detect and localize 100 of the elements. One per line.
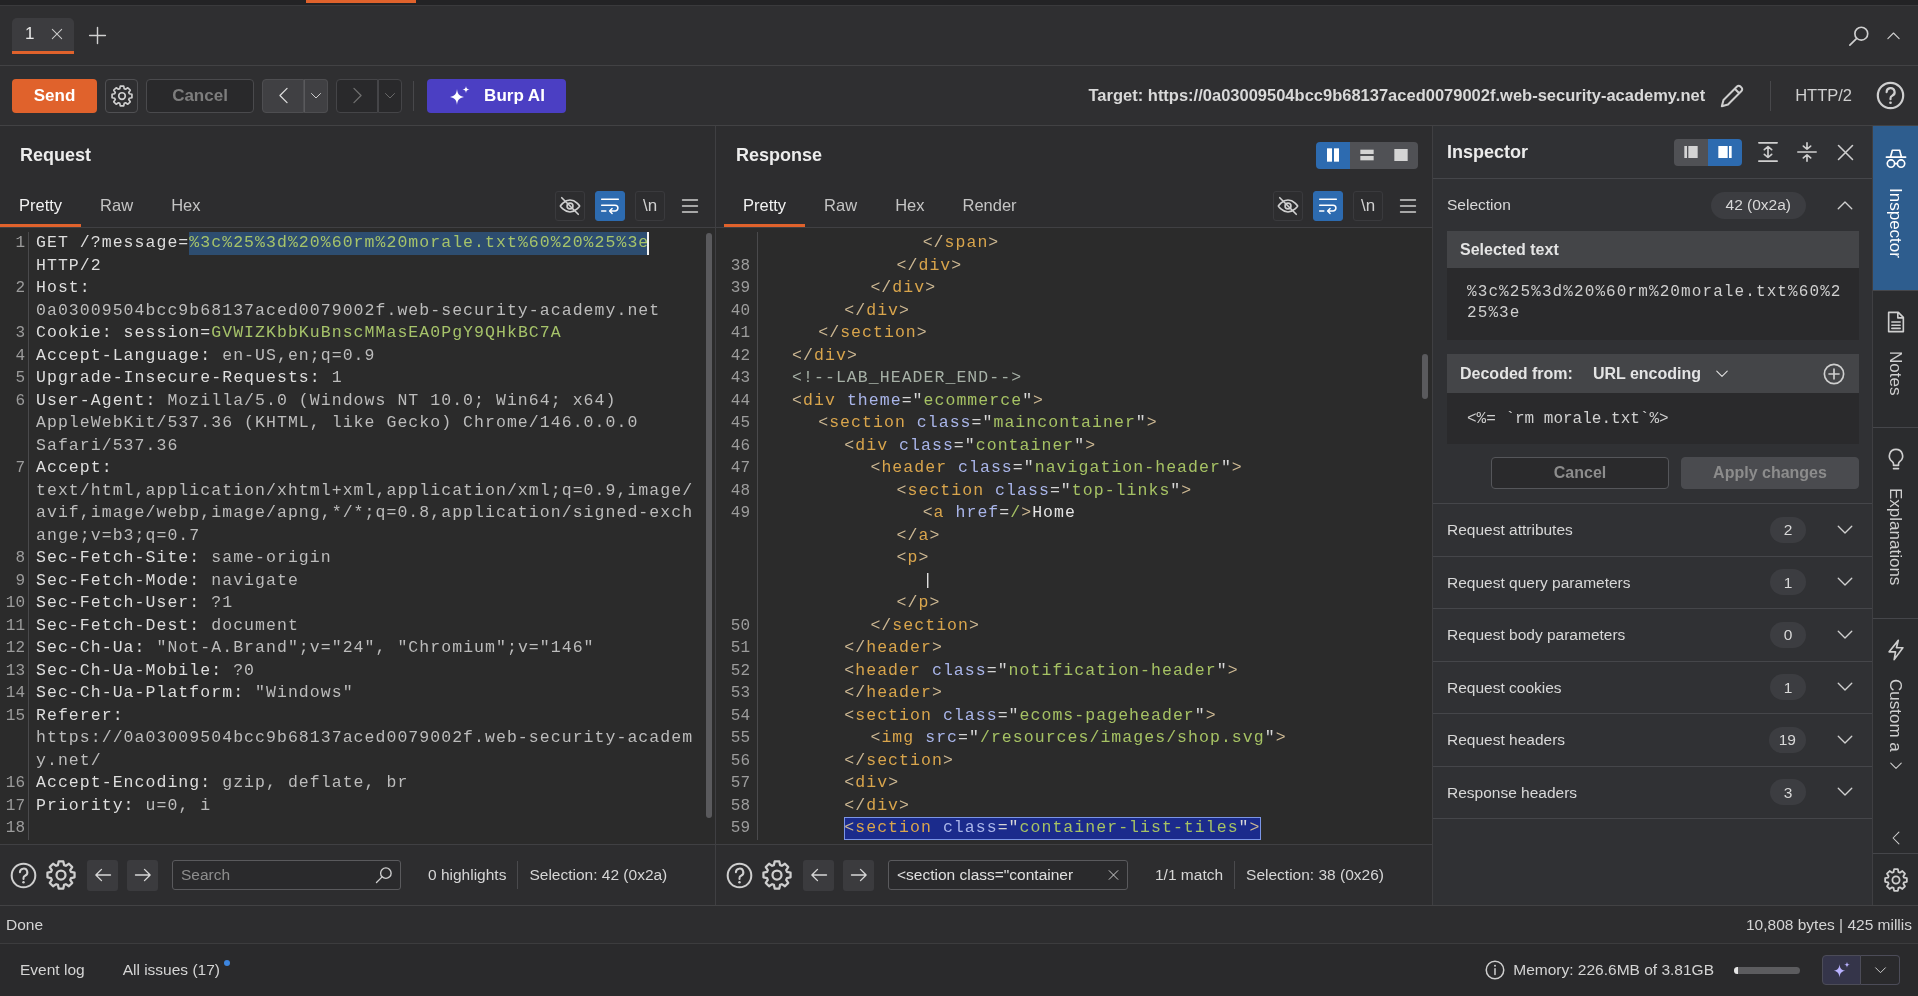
settings-button[interactable] [105, 78, 138, 113]
code-line: Sec-Fetch-Site: same-origin [36, 547, 332, 569]
settings-icon[interactable] [46, 860, 76, 890]
bottom-tab[interactable]: All issues (17) [122, 958, 220, 982]
section-label[interactable]: Request query parameters [1447, 570, 1631, 594]
burp-ai-button[interactable]: Burp AI [427, 78, 566, 113]
expand-all-icon[interactable] [1757, 141, 1779, 163]
editor-tab[interactable]: Hex [876, 184, 944, 227]
code-line: <div theme="ecommerce"> [792, 389, 1045, 412]
forward-button[interactable] [843, 859, 874, 891]
line-number: 38 [716, 254, 758, 277]
line-number: 43 [716, 367, 758, 390]
collapse-all-icon[interactable] [1796, 141, 1818, 163]
bottom-tab[interactable]: Event log [20, 958, 85, 982]
search-icon[interactable] [375, 866, 393, 884]
panel-title: Request [20, 143, 91, 167]
section-label[interactable]: Selection [1447, 193, 1511, 217]
wrap-toggle[interactable] [1313, 190, 1343, 221]
line-number: 10 [0, 592, 29, 615]
code-line: </header> [844, 637, 943, 659]
layout-toggle[interactable] [1674, 138, 1708, 166]
line-number: 47 [716, 457, 758, 480]
plus-circle-icon[interactable] [1823, 362, 1845, 385]
section-label[interactable]: Request cookies [1447, 675, 1562, 699]
encoding-dropdown[interactable]: URL encoding [1592, 361, 1730, 386]
back-button[interactable] [803, 859, 834, 891]
search-field[interactable]: <section class="container [888, 860, 1128, 890]
menu-icon [681, 196, 699, 215]
forward-button[interactable] [127, 859, 158, 891]
editor-tab[interactable]: Hex [152, 184, 220, 227]
match-count: 1/1 match [1155, 865, 1224, 886]
help-icon[interactable] [726, 861, 753, 889]
line-number: 17 [0, 794, 29, 817]
code-line: Sec-Fetch-Dest: document [36, 614, 299, 637]
two-columns-icon [1325, 147, 1341, 163]
selected-text: %3c%25%3d%20%60rm%20morale.txt%60%20%25%3e [189, 232, 650, 255]
section-label[interactable]: Request headers [1447, 728, 1566, 752]
side-tab[interactable]: Explanations [1873, 428, 1918, 619]
section-label[interactable]: Request body parameters [1447, 623, 1626, 647]
section-label[interactable]: Request attributes [1447, 518, 1573, 542]
line-number: 3 [0, 322, 29, 345]
count-badge: 3 [1770, 779, 1806, 806]
line-number: 11 [0, 614, 29, 637]
layout-toggle[interactable] [1384, 141, 1418, 169]
line-number: 2 [0, 277, 29, 300]
code-line: Sec-Ch-Ua-Mobile: ?0 [36, 659, 256, 682]
target-url: Target: https://0a03009504bcc9b68137aced0079002f.web-security-academy.net [1088, 85, 1706, 107]
newline-toggle[interactable]: \n [1353, 190, 1383, 221]
clear-icon[interactable] [1107, 868, 1120, 882]
line-number: 51 [716, 637, 758, 660]
help-icon[interactable] [1876, 81, 1905, 110]
layout-toggle[interactable] [1316, 141, 1350, 169]
editor-tab[interactable]: Raw [81, 184, 153, 227]
line-number: 15 [0, 704, 29, 727]
help-icon[interactable] [10, 861, 37, 889]
hide-toggle[interactable] [1273, 190, 1303, 221]
search-field[interactable]: Search [172, 860, 401, 890]
settings-icon[interactable] [1883, 867, 1908, 892]
layout-toggle[interactable] [1350, 141, 1384, 169]
decoded-text-field[interactable]: <%= `rm morale.txt`%> [1447, 393, 1859, 444]
code-line: </section> [844, 749, 954, 772]
code-line: text/html,application/xhtml+xml,application/xml;q=0.9,image/ [36, 479, 694, 502]
panel-title: Response [736, 143, 823, 167]
wrap-toggle[interactable] [595, 190, 625, 221]
side-tab[interactable]: Inspector [1873, 126, 1918, 291]
side-tab[interactable]: Custom a [1873, 618, 1918, 756]
info-icon[interactable] [1485, 960, 1506, 980]
side-tab[interactable]: Notes [1873, 290, 1918, 429]
hide-toggle[interactable] [555, 190, 585, 221]
code-line: </div> [844, 794, 911, 817]
code-line: Sec-Fetch-Mode: navigate [36, 569, 299, 592]
code-line: Upgrade-Insecure-Requests: 1 [36, 367, 343, 389]
two-rows-icon [1359, 147, 1375, 163]
protocol-label[interactable]: HTTP/2 [1795, 83, 1852, 108]
layout-toggle[interactable] [1708, 138, 1742, 166]
line-number: 8 [0, 547, 29, 570]
editor-tab[interactable]: Raw [805, 184, 877, 227]
request-tab[interactable]: 1 [12, 17, 75, 54]
line-number: 1 [0, 232, 29, 255]
search-icon[interactable] [1848, 24, 1870, 47]
code-line: <a href=/>Home [922, 502, 1076, 524]
code-line: <section class="top-links"> [896, 479, 1193, 502]
plus-icon[interactable] [88, 26, 108, 45]
send-button[interactable]: Send [12, 78, 97, 113]
line-number: 58 [716, 794, 758, 817]
editor-tab[interactable]: Render [943, 184, 1036, 227]
scrollbar-thumb[interactable] [706, 233, 712, 818]
back-button[interactable] [262, 78, 304, 113]
ai-button[interactable] [1822, 955, 1861, 985]
close-icon[interactable] [50, 27, 65, 41]
right-panel-icon [1717, 144, 1733, 160]
scrollbar-thumb[interactable] [1422, 354, 1428, 399]
newline-toggle[interactable]: \n [635, 190, 665, 221]
count-badge: 42 (0x2a) [1710, 191, 1806, 219]
settings-icon[interactable] [762, 860, 792, 890]
section-label[interactable]: Response headers [1447, 780, 1578, 804]
code-line: </section> [870, 614, 980, 637]
gear-icon [110, 84, 133, 107]
back-button[interactable] [87, 859, 118, 891]
code-line: Safari/537.36 [36, 434, 179, 457]
